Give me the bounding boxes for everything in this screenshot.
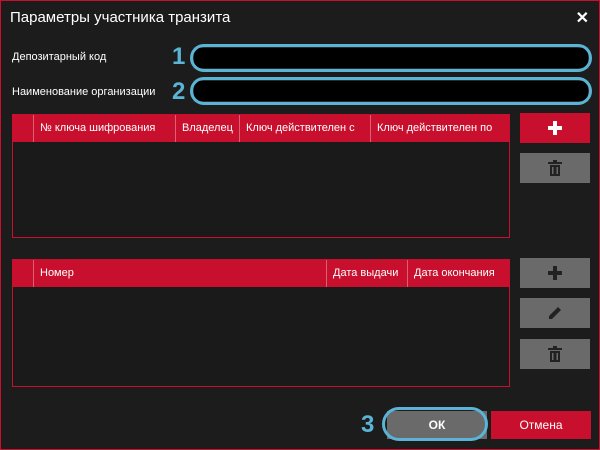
trash-icon xyxy=(548,160,562,176)
marker-3: 3 xyxy=(361,411,375,438)
docs-col-end-date[interactable]: Дата окончания xyxy=(408,260,509,287)
plus-icon xyxy=(548,266,562,280)
window-title: Параметры участника транзита xyxy=(10,9,231,26)
docs-col-number[interactable]: Номер xyxy=(34,260,327,287)
cancel-button-label: Отмена xyxy=(519,418,563,432)
plus-icon xyxy=(548,121,562,135)
keys-delete-button[interactable] xyxy=(520,153,590,183)
docs-edit-button[interactable] xyxy=(520,298,590,328)
keys-table-header: № ключа шифрования Владелец Ключ действи… xyxy=(13,115,509,142)
docs-add-button[interactable] xyxy=(520,258,590,288)
docs-row-indicator-header xyxy=(13,260,34,287)
ok-button-label: ОК xyxy=(428,418,446,432)
cancel-button[interactable]: Отмена xyxy=(491,411,591,439)
marker-1: 1 xyxy=(172,43,186,70)
depository-code-field[interactable] xyxy=(193,47,589,69)
ok-button[interactable]: ОК xyxy=(387,411,487,439)
depository-code-label: Депозитарный код xyxy=(12,51,107,63)
docs-col-issue-date[interactable]: Дата выдачи xyxy=(327,260,408,287)
trash-icon xyxy=(548,346,562,362)
organization-name-field[interactable] xyxy=(193,80,589,102)
depository-code-input[interactable] xyxy=(194,48,588,68)
organization-name-input[interactable] xyxy=(194,81,588,101)
dialog: Параметры участника транзита ✕ Депозитар… xyxy=(0,0,600,450)
docs-delete-button[interactable] xyxy=(520,339,590,369)
keys-col-valid-from[interactable]: Ключ действителен с xyxy=(240,115,371,142)
keys-col-owner[interactable]: Владелец xyxy=(176,115,240,142)
documents-table-header: Номер Дата выдачи Дата окончания xyxy=(13,260,509,287)
pencil-icon xyxy=(549,307,561,319)
title-bar: Параметры участника транзита ✕ xyxy=(1,1,599,35)
organization-name-label: Наименование организации xyxy=(12,86,156,98)
keys-add-button[interactable] xyxy=(520,113,590,143)
keys-col-valid-to[interactable]: Ключ действителен по xyxy=(371,115,509,142)
close-icon[interactable]: ✕ xyxy=(576,8,589,28)
marker-2: 2 xyxy=(172,78,186,105)
keys-col-number[interactable]: № ключа шифрования xyxy=(34,115,176,142)
keys-table[interactable]: № ключа шифрования Владелец Ключ действи… xyxy=(12,114,510,238)
documents-table[interactable]: Номер Дата выдачи Дата окончания xyxy=(12,259,510,387)
keys-row-indicator-header xyxy=(13,115,34,142)
